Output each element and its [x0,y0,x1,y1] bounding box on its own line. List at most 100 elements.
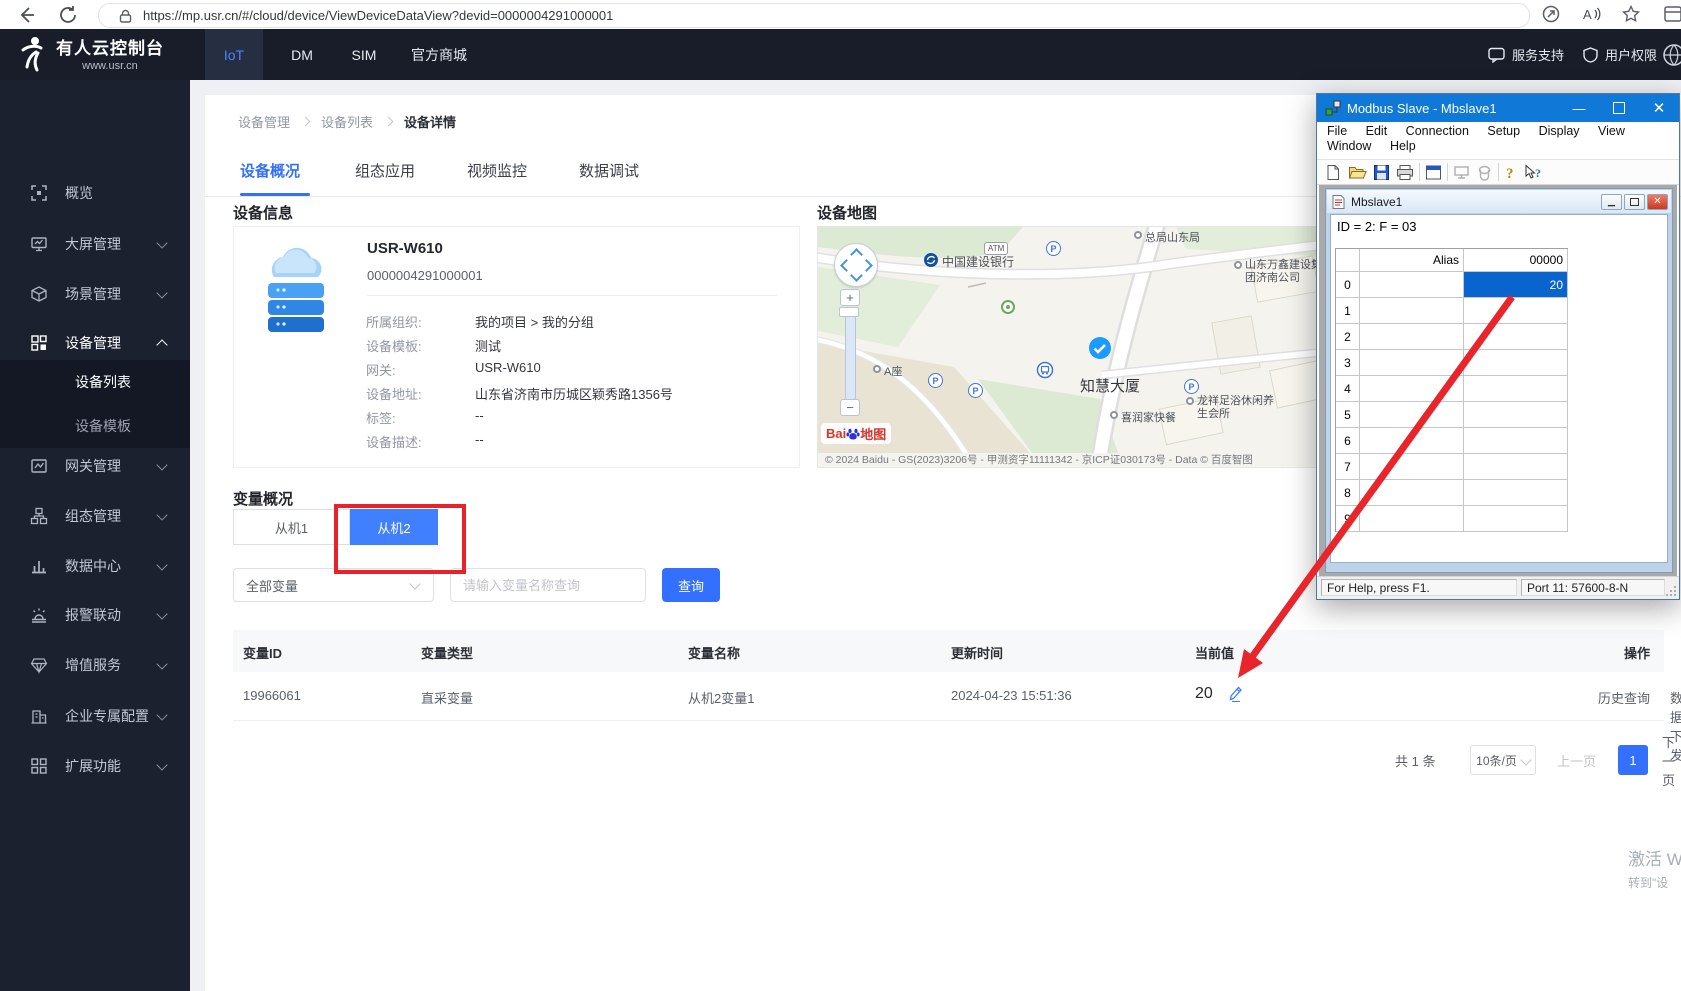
grid-cell[interactable] [1360,376,1464,402]
nav-tab-mall[interactable]: 官方商城 [399,29,479,80]
slave1-tab[interactable]: 从机1 [233,509,350,545]
baidu-map[interactable]: 总局山东局 ATM P 中国建设银行 P P P A座 知慧大厦 喜润家快餐 山… [817,226,1335,468]
sidebar-item-scene[interactable]: 场景管理 [0,269,190,319]
grid-cell[interactable] [1360,454,1464,480]
field-value-template: 测试 [475,336,501,355]
display-window-icon[interactable] [1425,164,1442,181]
grid-cell[interactable] [1464,298,1568,324]
nav-tab-sim[interactable]: SIM [337,29,391,80]
menu-window[interactable]: Window [1327,139,1371,153]
edit-value-icon[interactable] [1228,685,1243,702]
menu-edit[interactable]: Edit [1366,124,1388,138]
tab-scada-app[interactable]: 组态应用 [355,160,415,181]
sidebar-item-alarm[interactable]: 报警联动 [0,590,190,640]
tab-data-debug[interactable]: 数据调试 [579,160,639,181]
map-zoom-knob[interactable] [839,307,859,317]
grid-cell[interactable] [1360,428,1464,454]
minimize-button[interactable]: — [1559,94,1599,122]
search-button[interactable]: 查询 [662,568,720,602]
context-help-icon[interactable]: ? [1523,164,1543,181]
map-zoom-slider[interactable] [845,307,856,401]
grid-cell[interactable] [1360,402,1464,428]
pagination-page-1[interactable]: 1 [1618,745,1648,775]
url-bar[interactable]: https://mp.usr.cn/#/cloud/device/ViewDev… [98,3,1530,28]
print-icon[interactable] [1396,164,1414,181]
mbslave1-document-window[interactable]: Mbslave1 ▁ ✕ ID = 2: F = 03 Alias 00000 … [1325,188,1673,573]
doc-close-button[interactable]: ✕ [1647,194,1668,210]
browser-back-button[interactable] [14,3,38,27]
device-location-marker [1088,336,1112,360]
grid-cell[interactable] [1464,428,1568,454]
grid-cell[interactable] [1464,454,1568,480]
map-zoom-in-button[interactable]: + [840,289,860,306]
grid-cell[interactable] [1360,506,1464,532]
grid-cell[interactable] [1464,480,1568,506]
sidebar-item-data-center[interactable]: 数据中心 [0,541,190,591]
menu-view[interactable]: View [1598,124,1625,138]
browser-refresh-button[interactable] [56,3,80,27]
resize-grip[interactable] [1665,585,1677,597]
history-query-link[interactable]: 历史查询 [1598,688,1650,707]
menu-display[interactable]: Display [1539,124,1580,138]
nav-tab-dm[interactable]: DM [277,29,327,80]
grid-cell[interactable] [1464,376,1568,402]
help-icon[interactable]: ? [1504,164,1518,181]
variable-search-input[interactable] [450,568,646,602]
grid-cell[interactable] [1360,350,1464,376]
menu-help[interactable]: Help [1390,139,1416,153]
sidebar-item-extensions[interactable]: 扩展功能 [0,741,190,791]
brand[interactable]: 有人云控制台 www.usr.cn [14,34,164,72]
menu-connection[interactable]: Connection [1406,124,1469,138]
support-button[interactable]: 服务支持 [1488,29,1564,80]
doc-minimize-button[interactable]: ▁ [1601,194,1622,210]
modbus-register-grid[interactable]: Alias 00000 020 1 2 3 4 5 6 7 8 9 [1335,248,1568,532]
doc-restore-button[interactable] [1624,194,1645,210]
grid-cell[interactable] [1464,350,1568,376]
sidebar-item-overview[interactable]: 概览 [0,168,190,218]
sidebar-item-value-services[interactable]: 增值服务 [0,640,190,690]
breadcrumb-device-mgmt[interactable]: 设备管理 [238,112,290,131]
sidebar-item-configuration[interactable]: 组态管理 [0,491,190,541]
sidebar-item-enterprise-config[interactable]: 企业专属配置 [0,691,190,741]
open-file-icon[interactable] [1348,164,1367,181]
sidebar-item-bigscreen[interactable]: 大屏管理 [0,219,190,269]
browser-read-aloud-button[interactable]: A [1580,3,1604,27]
menu-file[interactable]: File [1327,124,1347,138]
page-size-select[interactable]: 10条/页 [1470,745,1536,775]
browser-favorite-button[interactable] [1620,3,1644,27]
col-update-time: 更新时间 [951,643,1003,662]
browser-extra-button[interactable] [1662,3,1681,27]
globe-icon[interactable] [1662,43,1681,67]
breadcrumb-device-list[interactable]: 设备列表 [321,112,373,131]
grid-cell[interactable] [1360,298,1464,324]
new-file-icon[interactable] [1325,164,1342,181]
grid-cell[interactable] [1360,324,1464,350]
mbslave1-titlebar[interactable]: Mbslave1 ▁ ✕ [1327,190,1671,213]
grid-cell[interactable] [1464,402,1568,428]
pagination-prev[interactable]: 上一页 [1557,745,1596,775]
map-pan-control[interactable] [834,243,878,287]
sidebar-item-gateway[interactable]: 网关管理 [0,441,190,491]
grid-cell-value-0-selected[interactable]: 20 [1464,272,1568,298]
browser-share-button[interactable] [1540,3,1564,27]
modbus-titlebar[interactable]: Modbus Slave - Mbslave1 — ✕ [1317,94,1679,122]
nav-tab-iot[interactable]: IoT [205,29,263,80]
sidebar-item-device-list[interactable]: 设备列表 [0,360,190,404]
tab-device-overview[interactable]: 设备概况 [240,160,300,181]
save-icon[interactable] [1373,164,1390,181]
tab-video-monitor[interactable]: 视频监控 [467,160,527,181]
grid-cell[interactable] [1464,506,1568,532]
maximize-button[interactable] [1599,94,1639,122]
map-zoom-out-button[interactable]: − [840,399,860,416]
grid-cell[interactable] [1464,324,1568,350]
connect-icon-disabled[interactable] [1453,164,1470,181]
grid-cell-alias-0[interactable] [1360,272,1464,298]
menu-setup[interactable]: Setup [1487,124,1520,138]
grid-cell[interactable] [1360,480,1464,506]
disconnect-icon-disabled[interactable] [1476,164,1493,181]
modbus-slave-window[interactable]: Modbus Slave - Mbslave1 — ✕ File Edit Co… [1316,93,1680,600]
user-rights-button[interactable]: 用户权限 [1583,29,1657,80]
pagination-next[interactable]: 下一页 [1662,745,1681,775]
close-button[interactable]: ✕ [1639,94,1679,122]
doc-icon [1331,194,1346,210]
